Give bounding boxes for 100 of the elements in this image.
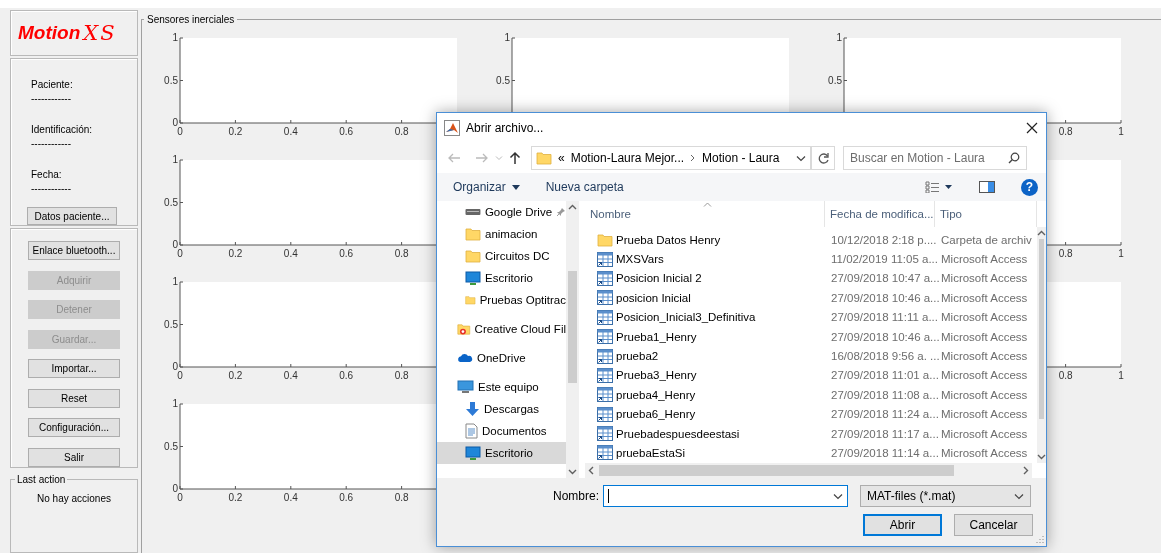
field-value: ------------	[31, 93, 72, 105]
nav-item[interactable]: OneDrive	[437, 347, 566, 369]
file-name[interactable]: prueba2	[616, 350, 659, 363]
breadcrumb-overflow[interactable]: «	[558, 151, 565, 165]
folder-icon	[465, 227, 481, 241]
file-name[interactable]: Posicion_Inicial3_Definitiva	[616, 311, 756, 324]
file-name[interactable]: Posicion Inicial 2	[616, 272, 702, 285]
preview-pane-icon[interactable]	[979, 181, 995, 193]
refresh-icon	[816, 151, 830, 165]
tick-label: 1	[1118, 248, 1124, 259]
scrollbar-thumb[interactable]	[568, 271, 577, 383]
panel-title: Last action	[16, 473, 67, 485]
file-name[interactable]: Prueba1_Henry	[616, 330, 697, 343]
tick-label: 1	[504, 32, 510, 43]
new-folder-button[interactable]: Nueva carpeta	[545, 180, 624, 194]
file-name[interactable]: Pruebadespuesdeestasi	[616, 427, 740, 440]
search-field[interactable]: Buscar en Motion - Laura	[843, 146, 1027, 170]
table-file-icon	[597, 270, 613, 286]
tick-label: 0	[172, 361, 178, 372]
tick-label: 0.5	[496, 74, 510, 86]
filename-label: Nombre:	[552, 489, 599, 503]
breadcrumb[interactable]: Motion-Laura Mejor...	[570, 151, 685, 165]
scrollbar-thumb[interactable]	[599, 465, 954, 476]
nav-item[interactable]: animacion	[437, 223, 566, 245]
panel-title: Sensores inerciales	[146, 14, 236, 25]
tick-label: 0.5	[828, 74, 842, 86]
nav-item[interactable]: Escritorio	[437, 267, 566, 289]
file-name[interactable]: pruebaEstaSi	[616, 447, 686, 459]
tick-label: 0.6	[339, 492, 354, 503]
tick-label: 0.5	[164, 196, 178, 208]
tick-label: 0	[172, 117, 178, 128]
nav-item[interactable]: Circuitos DC	[437, 245, 566, 267]
action-button[interactable]: Reset	[28, 388, 120, 408]
tick-label: 0.5	[164, 318, 178, 330]
column-header[interactable]: Nombre	[585, 201, 825, 227]
field-value: ------------	[31, 183, 72, 195]
nav-item[interactable]: Escritorio	[437, 442, 566, 464]
tick-label: 0.4	[283, 370, 298, 381]
tick-label: 0	[177, 248, 183, 259]
file-date: 11/02/2019 11:05 a...	[830, 253, 935, 266]
pin-icon	[556, 207, 566, 217]
file-date: 27/09/2018 11:11 a...	[830, 311, 935, 324]
filename-field[interactable]	[603, 485, 848, 507]
folder-icon	[465, 293, 476, 307]
nav-item[interactable]: Google Drive	[437, 201, 566, 223]
breadcrumb[interactable]: Motion - Laura	[702, 151, 780, 165]
status-text: No hay acciones	[36, 492, 112, 504]
help-button[interactable]: ?	[1021, 178, 1038, 196]
refresh-button[interactable]	[811, 146, 835, 170]
tick-label: 0.6	[339, 126, 354, 137]
file-name[interactable]: prueba4_Henry	[616, 388, 696, 401]
table-file-icon	[597, 406, 613, 422]
organize-menu[interactable]: Organizar	[453, 180, 520, 194]
patient-data-button[interactable]: Datos paciente...	[27, 207, 117, 226]
download-arrow-icon	[465, 401, 480, 417]
tick-label: 0.2	[228, 492, 243, 503]
nav-item[interactable]: Descargas	[437, 398, 566, 420]
action-button[interactable]: Configuración...	[28, 418, 120, 438]
search-icon	[1008, 152, 1020, 164]
file-name[interactable]: MXSVars	[616, 253, 664, 266]
up-arrow-icon[interactable]	[509, 151, 521, 165]
action-button[interactable]: Salir	[28, 447, 120, 467]
view-options-icon[interactable]	[925, 181, 953, 193]
column-header[interactable]: Fecha de modifica...	[825, 201, 935, 227]
logo-mark: XS	[83, 21, 117, 46]
nav-item[interactable]: Este equipo	[437, 376, 566, 398]
file-name[interactable]: Prueba Datos Henry	[616, 233, 721, 246]
dialog-button[interactable]: Cancelar	[954, 514, 1033, 536]
nav-item[interactable]: Pruebas Optitrac	[437, 289, 566, 311]
tick-label: 0.2	[228, 370, 243, 381]
chevron-down-icon	[796, 154, 806, 162]
scrollbar-thumb[interactable]	[1039, 239, 1044, 419]
table-file-icon	[597, 329, 613, 345]
drive-icon	[465, 208, 481, 216]
file-name[interactable]: prueba6_Henry	[616, 408, 696, 421]
tick-label: 1	[836, 32, 842, 43]
action-button[interactable]: Enlace bluetooth...	[28, 241, 120, 261]
folder-icon	[597, 232, 613, 247]
tick-label: 0.2	[228, 126, 243, 137]
tick-label: 1	[172, 154, 178, 165]
dialog-button[interactable]: Abrir	[863, 514, 942, 536]
tick-label: 1	[172, 32, 178, 43]
tick-label: 0	[172, 483, 178, 494]
table-file-icon	[597, 426, 613, 442]
close-icon[interactable]	[1026, 122, 1038, 134]
nav-item[interactable]: Documentos	[437, 420, 566, 442]
address-bar[interactable]: « Motion-Laura Mejor... Motion - Laura	[531, 146, 811, 170]
file-date: 10/12/2018 2:18 p....	[830, 233, 935, 246]
file-name[interactable]: posicion Inicial	[616, 291, 691, 304]
caret-icon	[511, 184, 520, 190]
file-type-dropdown[interactable]: MAT-files (*.mat)	[860, 485, 1031, 507]
tick-label: 1	[172, 276, 178, 287]
resize-grip-icon[interactable]	[1034, 534, 1044, 544]
tick-label: 1	[172, 398, 178, 409]
column-header[interactable]: Tipo	[935, 201, 1037, 227]
action-button[interactable]: Importar...	[28, 359, 120, 379]
file-name[interactable]: Prueba3_Henry	[616, 369, 697, 382]
tick-label: 0	[177, 126, 183, 137]
nav-item[interactable]: Creative Cloud Fil	[437, 318, 566, 340]
tick-label: 0.8	[394, 492, 409, 503]
